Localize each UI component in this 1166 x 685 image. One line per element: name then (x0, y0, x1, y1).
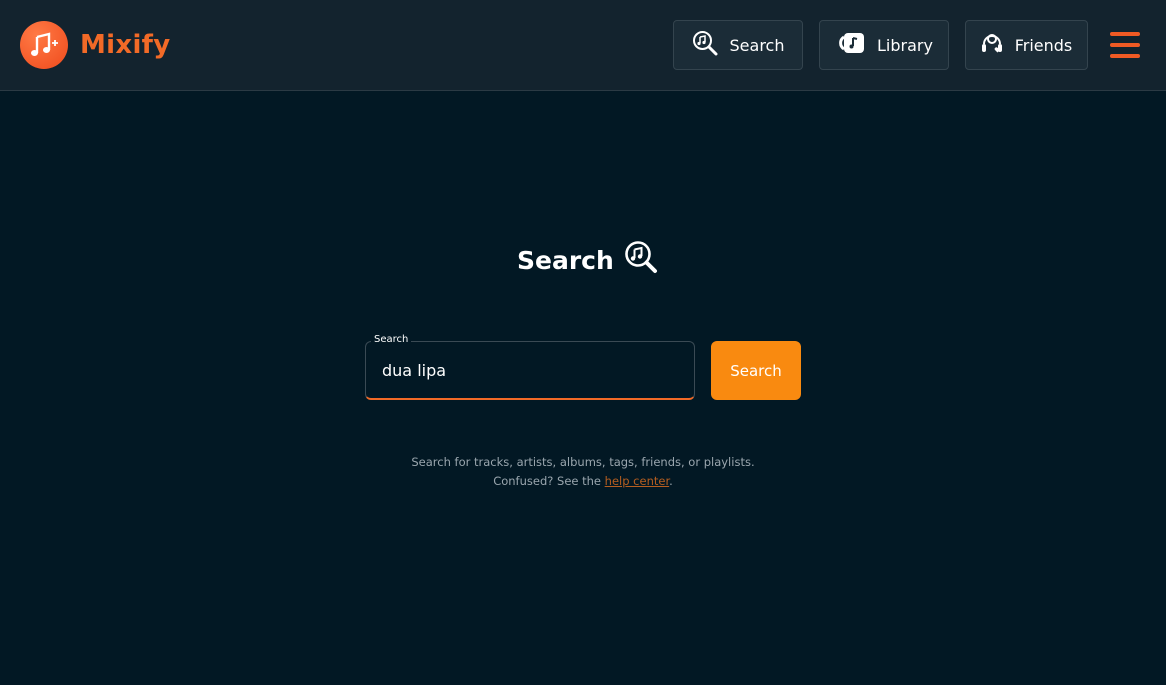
brand-name: Mixify (80, 30, 171, 60)
nav-library-button[interactable]: Library (819, 20, 949, 70)
music-note-icon (20, 21, 68, 69)
search-input[interactable] (366, 342, 694, 398)
page-title-text: Search (517, 245, 614, 275)
search-field: Search (365, 334, 695, 400)
library-icon (835, 32, 865, 58)
page-title: Search (517, 240, 658, 280)
hint-prefix: Confused? See the (493, 474, 605, 488)
search-submit-button[interactable]: Search (711, 341, 801, 400)
menu-hamburger-icon[interactable] (1110, 32, 1140, 58)
search-hint: Search for tracks, artists, albums, tags… (333, 453, 833, 491)
hint-help-line: Confused? See the help center. (333, 472, 833, 491)
hint-suffix: . (669, 474, 673, 488)
nav-friends-button[interactable]: Friends (965, 20, 1088, 70)
nav-search-label: Search (729, 35, 785, 55)
hint-line: Search for tracks, artists, albums, tags… (411, 455, 755, 469)
help-center-link[interactable]: help center (605, 474, 669, 488)
brand-logo[interactable]: Mixify (20, 21, 171, 69)
music-search-icon (692, 30, 718, 60)
nav-friends-label: Friends (1014, 35, 1073, 55)
music-search-icon (624, 240, 658, 280)
nav-library-label: Library (877, 35, 933, 55)
friends-headphones-icon (981, 30, 1003, 60)
top-header: Mixify Search Library Friends (0, 0, 1166, 91)
nav-search-button[interactable]: Search (673, 20, 803, 70)
